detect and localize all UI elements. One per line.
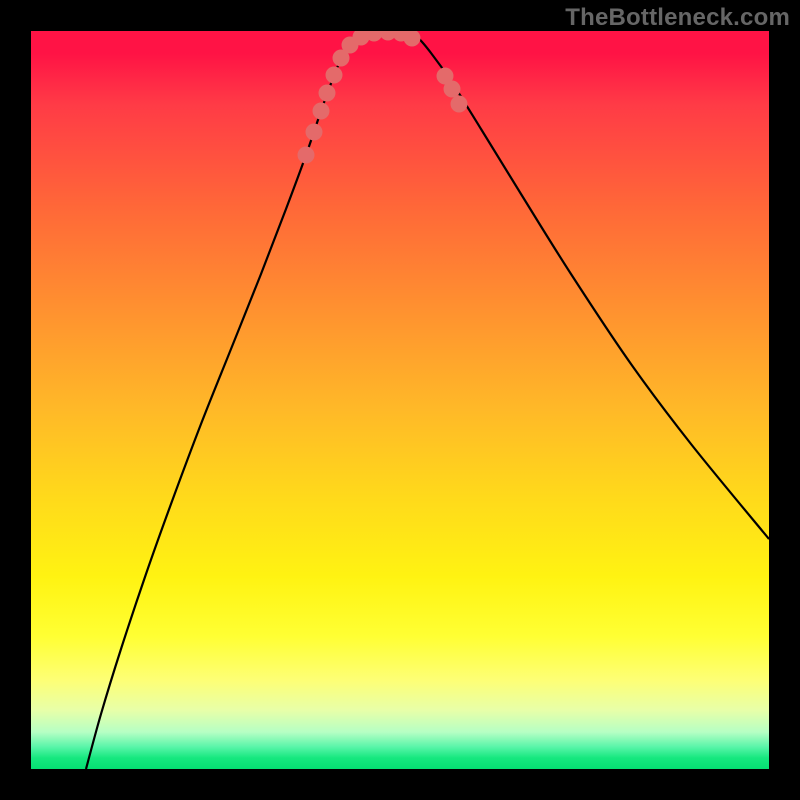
marker-dot bbox=[451, 96, 468, 113]
chart-frame bbox=[31, 31, 769, 769]
marker-dot bbox=[326, 67, 343, 84]
chart-svg bbox=[31, 31, 769, 769]
watermark: TheBottleneck.com bbox=[565, 4, 790, 32]
marker-dot bbox=[444, 81, 461, 98]
marker-dot bbox=[306, 124, 323, 141]
bottleneck-curve bbox=[86, 31, 769, 769]
marker-dot bbox=[298, 147, 315, 164]
marker-dot bbox=[319, 85, 336, 102]
marker-dots-group bbox=[298, 31, 468, 164]
marker-dot bbox=[313, 103, 330, 120]
marker-dot bbox=[404, 31, 421, 47]
